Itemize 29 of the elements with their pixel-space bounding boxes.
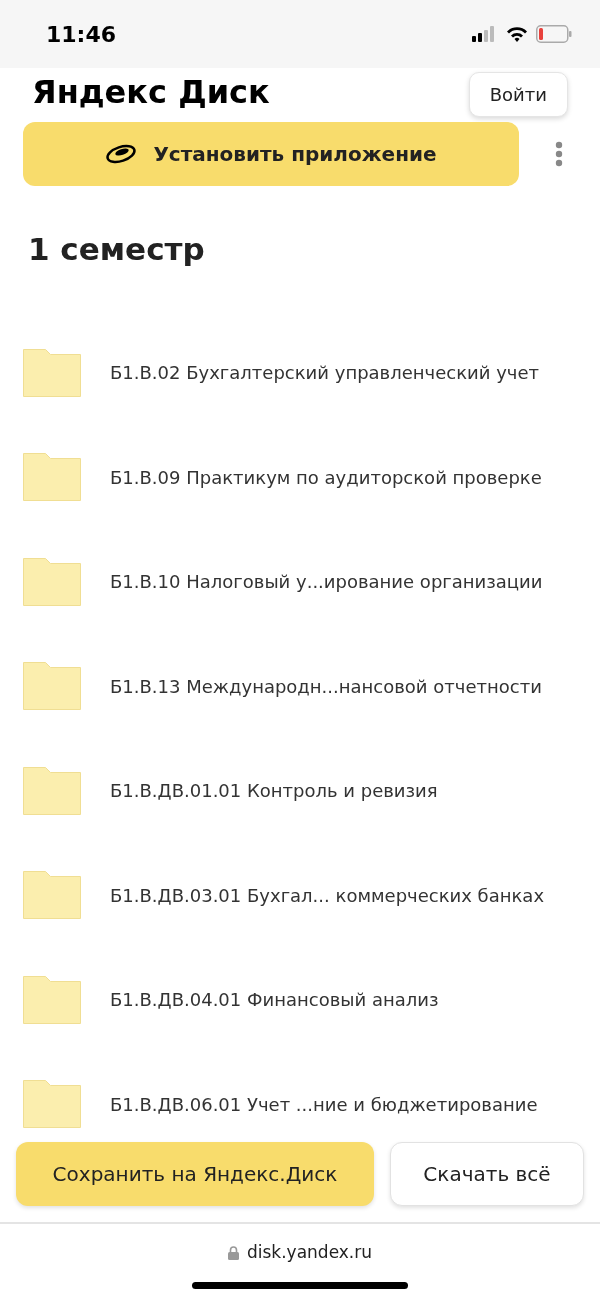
- wifi-icon: [506, 26, 528, 42]
- folder-name[interactable]: Б1.В.ДВ.03.01 Бухгал... коммерческих банках: [110, 881, 545, 909]
- folder-name[interactable]: Б1.В.10 Налоговый у...ирование организации: [110, 568, 543, 596]
- folder-icon: [23, 1080, 81, 1129]
- lock-icon: [227, 1245, 239, 1260]
- status-time: 11:46: [46, 20, 117, 49]
- folder-title: 1 семестр: [28, 230, 206, 269]
- disk-logo-icon: [105, 144, 138, 164]
- folder-name[interactable]: Б1.В.13 Международн...нансовой отчетности: [110, 672, 542, 700]
- save-to-disk-button[interactable]: Сохранить на Яндекс.Диск: [16, 1142, 374, 1206]
- folder-icon: [23, 662, 81, 711]
- url-text[interactable]: disk.yandex.ru: [246, 1240, 373, 1266]
- folder-name[interactable]: Б1.В.ДВ.04.01 Финансовый анализ: [110, 986, 439, 1014]
- login-button[interactable]: Войти: [468, 72, 568, 117]
- folder-name[interactable]: Б1.В.09 Практикум по аудиторской проверке: [110, 463, 542, 491]
- folder-icon: [23, 975, 81, 1024]
- install-app-button[interactable]: Установить приложение: [23, 122, 519, 186]
- folder-icon: [23, 766, 81, 815]
- battery-icon: [536, 25, 572, 43]
- page-title: Яндекс Диск: [32, 76, 270, 108]
- folder-icon: [23, 348, 81, 397]
- folder-name[interactable]: Б1.В.02 Бухгалтерский управленческий учет: [110, 359, 539, 387]
- folder-icon: [23, 557, 81, 606]
- folder-icon: [23, 453, 81, 502]
- download-all-button[interactable]: Скачать всё: [390, 1142, 584, 1206]
- folder-icon: [23, 871, 81, 920]
- folder-name[interactable]: Б1.В.ДВ.06.01 Учет ...ние и бюджетирование: [110, 1090, 538, 1118]
- folder-name[interactable]: Б1.В.ДВ.01.01 Контроль и ревизия: [110, 777, 438, 805]
- more-options-icon[interactable]: [555, 141, 563, 167]
